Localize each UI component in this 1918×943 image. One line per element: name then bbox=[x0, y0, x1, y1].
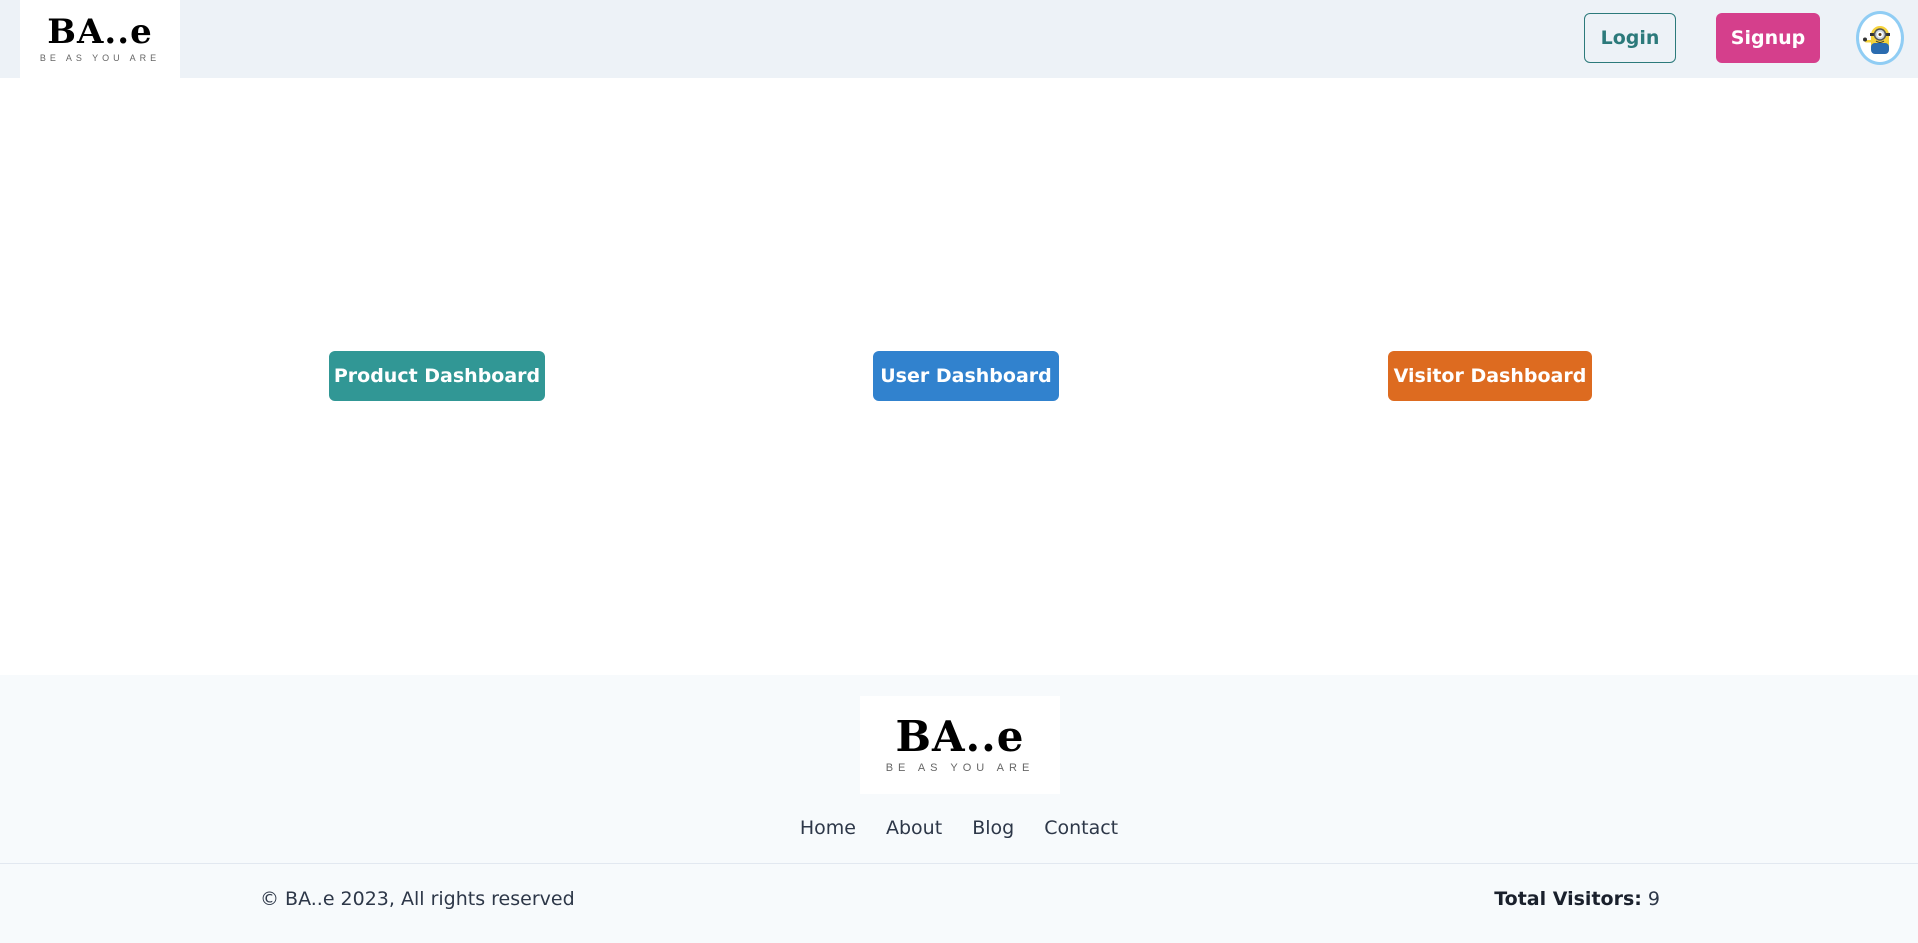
visitor-counter-label: Total Visitors: bbox=[1494, 888, 1642, 910]
top-navbar: BA..e BE AS YOU ARE Login Signup bbox=[0, 0, 1918, 78]
product-dashboard-button[interactable]: Product Dashboard bbox=[329, 351, 545, 401]
visitor-counter: Total Visitors: 9 bbox=[1494, 888, 1660, 910]
signup-button[interactable]: Signup bbox=[1716, 13, 1820, 63]
footer-link-contact[interactable]: Contact bbox=[1044, 817, 1118, 843]
copyright-text: © BA..e 2023, All rights reserved bbox=[260, 888, 575, 910]
footer-link-about[interactable]: About bbox=[886, 817, 942, 843]
logo-tagline: BE AS YOU ARE bbox=[39, 53, 161, 63]
footer-link-home[interactable]: Home bbox=[800, 817, 856, 843]
footer-divider bbox=[0, 863, 1918, 864]
logo-mark: BA..e bbox=[895, 712, 1025, 761]
visitor-dashboard-button[interactable]: Visitor Dashboard bbox=[1388, 351, 1592, 401]
brand-logo[interactable]: BA..e BE AS YOU ARE bbox=[20, 0, 180, 78]
footer-nav: Home About Blog Contact bbox=[0, 817, 1918, 843]
footer-logo[interactable]: BA..e BE AS YOU ARE bbox=[860, 696, 1060, 794]
login-button[interactable]: Login bbox=[1584, 13, 1676, 63]
footer-link-blog[interactable]: Blog bbox=[972, 817, 1014, 843]
visitor-counter-value: 9 bbox=[1647, 888, 1660, 910]
logo-tagline: BE AS YOU ARE bbox=[885, 762, 1035, 774]
user-dashboard-button[interactable]: User Dashboard bbox=[873, 351, 1059, 401]
logo-mark: BA..e bbox=[47, 12, 153, 52]
minion-avatar-icon bbox=[1863, 26, 1890, 54]
user-avatar[interactable] bbox=[1856, 11, 1904, 65]
